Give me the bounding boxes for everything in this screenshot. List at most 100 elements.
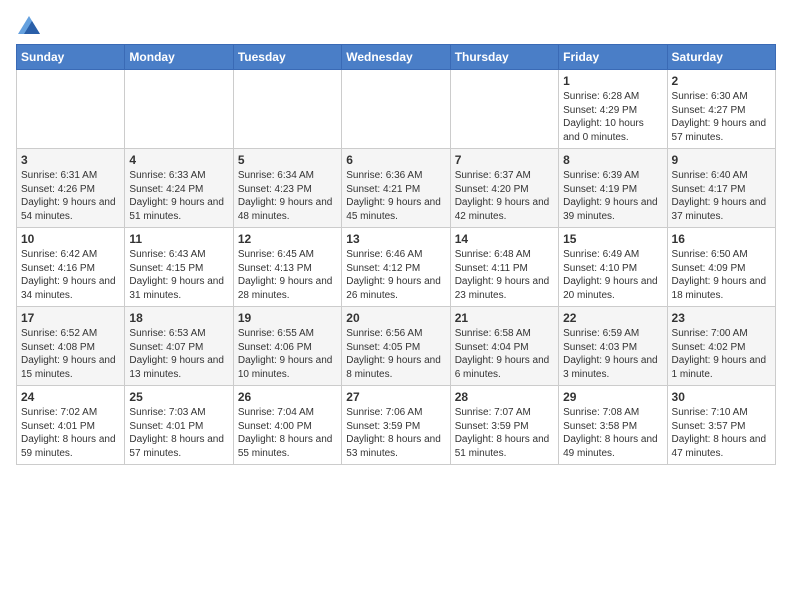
calendar-day-header: Sunday — [17, 45, 125, 70]
calendar-cell: 23 Sunrise: 7:00 AM Sunset: 4:02 PM Dayli… — [667, 307, 775, 386]
day-number: 9 — [672, 153, 771, 167]
calendar-cell: 11 Sunrise: 6:43 AM Sunset: 4:15 PM Dayli… — [125, 228, 233, 307]
day-info: Sunrise: 6:43 AM Sunset: 4:15 PM Dayligh… — [129, 248, 228, 302]
day-number: 11 — [129, 232, 228, 246]
day-number: 24 — [21, 390, 120, 404]
calendar-cell — [125, 70, 233, 149]
day-number: 8 — [563, 153, 662, 167]
calendar-cell — [450, 70, 558, 149]
day-info: Sunrise: 6:33 AM Sunset: 4:24 PM Dayligh… — [129, 169, 228, 223]
day-info: Sunrise: 6:37 AM Sunset: 4:20 PM Dayligh… — [455, 169, 554, 223]
calendar-cell: 7 Sunrise: 6:37 AM Sunset: 4:20 PM Daylig… — [450, 149, 558, 228]
calendar-cell: 5 Sunrise: 6:34 AM Sunset: 4:23 PM Daylig… — [233, 149, 341, 228]
day-number: 1 — [563, 74, 662, 88]
calendar-cell: 4 Sunrise: 6:33 AM Sunset: 4:24 PM Daylig… — [125, 149, 233, 228]
calendar-week-row: 1 Sunrise: 6:28 AM Sunset: 4:29 PM Daylig… — [17, 70, 776, 149]
day-info: Sunrise: 7:07 AM Sunset: 3:59 PM Dayligh… — [455, 406, 554, 460]
calendar-cell: 22 Sunrise: 6:59 AM Sunset: 4:03 PM Dayli… — [559, 307, 667, 386]
calendar-cell: 16 Sunrise: 6:50 AM Sunset: 4:09 PM Dayli… — [667, 228, 775, 307]
day-number: 23 — [672, 311, 771, 325]
calendar-cell: 2Sunrise: 6:30 AM Sunset: 4:27 PM Daylig… — [667, 70, 775, 149]
day-info: Sunrise: 6:59 AM Sunset: 4:03 PM Dayligh… — [563, 327, 662, 381]
day-info: Sunrise: 7:10 AM Sunset: 3:57 PM Dayligh… — [672, 406, 771, 460]
calendar-cell: 27 Sunrise: 7:06 AM Sunset: 3:59 PM Dayli… — [342, 386, 450, 465]
calendar-day-header: Thursday — [450, 45, 558, 70]
calendar-week-row: 3 Sunrise: 6:31 AM Sunset: 4:26 PM Daylig… — [17, 149, 776, 228]
day-number: 5 — [238, 153, 337, 167]
day-info: Sunrise: 6:56 AM Sunset: 4:05 PM Dayligh… — [346, 327, 445, 381]
day-number: 2 — [672, 74, 771, 88]
calendar-cell: 6 Sunrise: 6:36 AM Sunset: 4:21 PM Daylig… — [342, 149, 450, 228]
day-number: 30 — [672, 390, 771, 404]
day-info: Sunrise: 7:08 AM Sunset: 3:58 PM Dayligh… — [563, 406, 662, 460]
day-info: Sunrise: 6:53 AM Sunset: 4:07 PM Dayligh… — [129, 327, 228, 381]
day-number: 14 — [455, 232, 554, 246]
calendar-cell: 26 Sunrise: 7:04 AM Sunset: 4:00 PM Dayli… — [233, 386, 341, 465]
day-number: 6 — [346, 153, 445, 167]
calendar-week-row: 24 Sunrise: 7:02 AM Sunset: 4:01 PM Dayli… — [17, 386, 776, 465]
calendar-cell: 18 Sunrise: 6:53 AM Sunset: 4:07 PM Dayli… — [125, 307, 233, 386]
day-number: 4 — [129, 153, 228, 167]
calendar-cell: 28 Sunrise: 7:07 AM Sunset: 3:59 PM Dayli… — [450, 386, 558, 465]
calendar-cell: 12 Sunrise: 6:45 AM Sunset: 4:13 PM Dayli… — [233, 228, 341, 307]
day-info: Sunrise: 6:39 AM Sunset: 4:19 PM Dayligh… — [563, 169, 662, 223]
calendar-cell: 19Sunrise: 6:55 AM Sunset: 4:06 PM Dayli… — [233, 307, 341, 386]
calendar-cell: 29 Sunrise: 7:08 AM Sunset: 3:58 PM Dayli… — [559, 386, 667, 465]
day-info: Sunrise: 7:04 AM Sunset: 4:00 PM Dayligh… — [238, 406, 337, 460]
calendar-day-header: Wednesday — [342, 45, 450, 70]
day-info: Sunrise: 6:42 AM Sunset: 4:16 PM Dayligh… — [21, 248, 120, 302]
day-info: Sunrise: 6:28 AM Sunset: 4:29 PM Dayligh… — [563, 90, 662, 144]
calendar-cell: 10 Sunrise: 6:42 AM Sunset: 4:16 PM Dayli… — [17, 228, 125, 307]
calendar-table: SundayMondayTuesdayWednesdayThursdayFrid… — [16, 44, 776, 465]
calendar-header-row: SundayMondayTuesdayWednesdayThursdayFrid… — [17, 45, 776, 70]
day-number: 16 — [672, 232, 771, 246]
day-number: 3 — [21, 153, 120, 167]
day-number: 15 — [563, 232, 662, 246]
calendar-week-row: 10 Sunrise: 6:42 AM Sunset: 4:16 PM Dayli… — [17, 228, 776, 307]
calendar-day-header: Friday — [559, 45, 667, 70]
calendar-cell: 21 Sunrise: 6:58 AM Sunset: 4:04 PM Dayli… — [450, 307, 558, 386]
day-info: Sunrise: 7:02 AM Sunset: 4:01 PM Dayligh… — [21, 406, 120, 460]
calendar-cell: 30 Sunrise: 7:10 AM Sunset: 3:57 PM Dayli… — [667, 386, 775, 465]
logo-icon — [18, 16, 40, 34]
day-info: Sunrise: 6:48 AM Sunset: 4:11 PM Dayligh… — [455, 248, 554, 302]
calendar-day-header: Tuesday — [233, 45, 341, 70]
day-info: Sunrise: 6:34 AM Sunset: 4:23 PM Dayligh… — [238, 169, 337, 223]
day-number: 7 — [455, 153, 554, 167]
calendar-cell: 20Sunrise: 6:56 AM Sunset: 4:05 PM Dayli… — [342, 307, 450, 386]
page-header — [16, 16, 776, 34]
day-info: Sunrise: 6:52 AM Sunset: 4:08 PM Dayligh… — [21, 327, 120, 381]
day-info: Sunrise: 6:58 AM Sunset: 4:04 PM Dayligh… — [455, 327, 554, 381]
calendar-cell: 17 Sunrise: 6:52 AM Sunset: 4:08 PM Dayli… — [17, 307, 125, 386]
day-number: 12 — [238, 232, 337, 246]
day-info: Sunrise: 7:00 AM Sunset: 4:02 PM Dayligh… — [672, 327, 771, 381]
calendar-cell — [342, 70, 450, 149]
day-info: Sunrise: 6:31 AM Sunset: 4:26 PM Dayligh… — [21, 169, 120, 223]
day-number: 27 — [346, 390, 445, 404]
day-number: 21 — [455, 311, 554, 325]
calendar-cell: 25Sunrise: 7:03 AM Sunset: 4:01 PM Dayli… — [125, 386, 233, 465]
day-info: Sunrise: 6:50 AM Sunset: 4:09 PM Dayligh… — [672, 248, 771, 302]
day-info: Sunrise: 6:40 AM Sunset: 4:17 PM Dayligh… — [672, 169, 771, 223]
day-info: Sunrise: 6:45 AM Sunset: 4:13 PM Dayligh… — [238, 248, 337, 302]
calendar-cell: 13 Sunrise: 6:46 AM Sunset: 4:12 PM Dayli… — [342, 228, 450, 307]
day-info: Sunrise: 6:46 AM Sunset: 4:12 PM Dayligh… — [346, 248, 445, 302]
day-number: 22 — [563, 311, 662, 325]
day-info: Sunrise: 6:49 AM Sunset: 4:10 PM Dayligh… — [563, 248, 662, 302]
day-number: 18 — [129, 311, 228, 325]
day-info: Sunrise: 6:55 AM Sunset: 4:06 PM Dayligh… — [238, 327, 337, 381]
day-number: 10 — [21, 232, 120, 246]
calendar-day-header: Monday — [125, 45, 233, 70]
day-number: 17 — [21, 311, 120, 325]
calendar-cell: 14 Sunrise: 6:48 AM Sunset: 4:11 PM Dayli… — [450, 228, 558, 307]
calendar-cell: 24 Sunrise: 7:02 AM Sunset: 4:01 PM Dayli… — [17, 386, 125, 465]
day-number: 28 — [455, 390, 554, 404]
logo — [16, 16, 40, 34]
day-info: Sunrise: 7:06 AM Sunset: 3:59 PM Dayligh… — [346, 406, 445, 460]
day-number: 13 — [346, 232, 445, 246]
day-number: 26 — [238, 390, 337, 404]
day-info: Sunrise: 6:36 AM Sunset: 4:21 PM Dayligh… — [346, 169, 445, 223]
calendar-cell: 15 Sunrise: 6:49 AM Sunset: 4:10 PM Dayli… — [559, 228, 667, 307]
calendar-cell — [233, 70, 341, 149]
day-number: 29 — [563, 390, 662, 404]
